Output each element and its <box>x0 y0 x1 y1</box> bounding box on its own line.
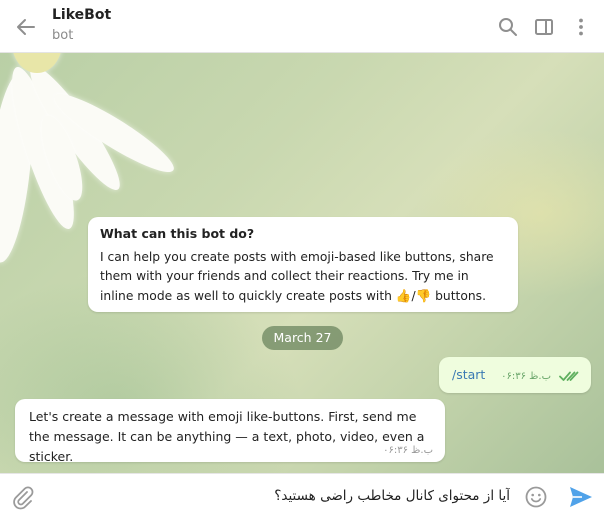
thumbs-down-emoji: 👎 <box>415 288 432 303</box>
message-time: ب.ظ ۰۶:۳۶ <box>501 371 551 382</box>
chat-title[interactable]: LikeBot <box>52 7 111 23</box>
back-arrow-icon[interactable] <box>12 14 40 40</box>
chat-subtitle: bot <box>52 28 74 43</box>
start-command-link[interactable]: /start <box>452 367 485 382</box>
chat-area[interactable]: What can this bot do? I can help you cre… <box>0 53 604 473</box>
outgoing-message[interactable]: /start ب.ظ ۰۶:۳۶ <box>439 357 591 393</box>
bot-info-title: What can this bot do? <box>100 226 255 241</box>
bot-info-card: What can this bot do? I can help you cre… <box>88 217 518 312</box>
bot-info-description: I can help you create posts with emoji-b… <box>100 250 494 303</box>
message-time: ب.ظ ۰۶:۳۶ <box>383 445 433 456</box>
chat-header: LikeBot bot <box>0 0 604 53</box>
more-vert-icon[interactable] <box>569 15 593 39</box>
date-separator: March 27 <box>262 326 343 350</box>
incoming-message[interactable]: Let's create a message with emoji like-b… <box>15 399 445 464</box>
incoming-message-text: Let's create a message with emoji like-b… <box>29 409 425 464</box>
search-icon[interactable] <box>496 15 520 39</box>
thumbs-up-emoji: 👍 <box>395 288 412 303</box>
message-composer: آیا از محتوای کانال مخاطب راضی هستید؟ <box>0 473 604 517</box>
paperclip-icon[interactable] <box>10 484 36 510</box>
message-input[interactable]: آیا از محتوای کانال مخاطب راضی هستید؟ <box>50 482 510 510</box>
send-icon[interactable] <box>567 484 595 510</box>
sidebar-toggle-icon[interactable] <box>532 15 556 39</box>
emoji-icon[interactable] <box>523 484 549 510</box>
double-check-icon <box>559 371 579 381</box>
